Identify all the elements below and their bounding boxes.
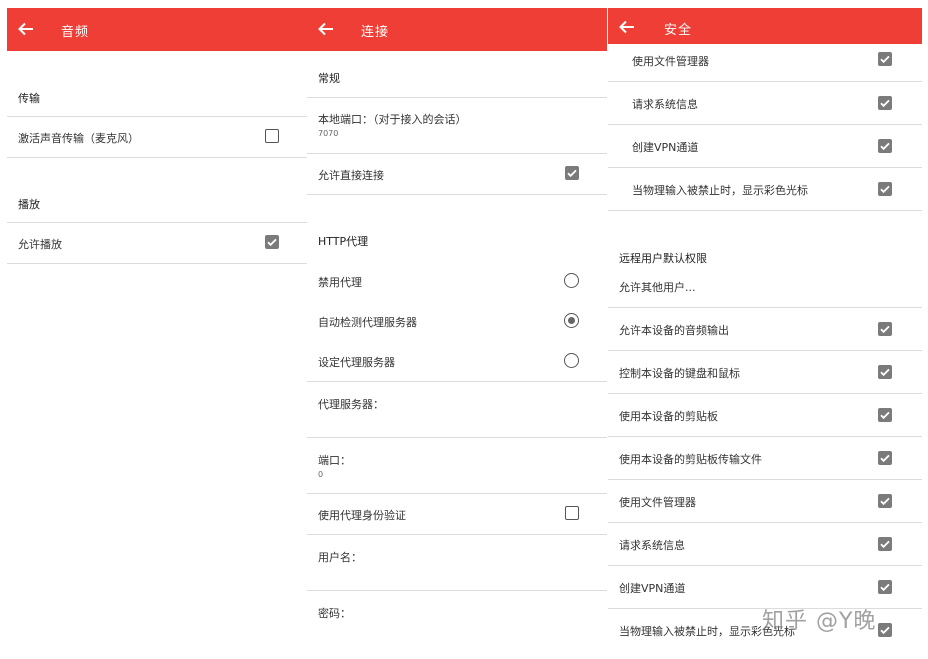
security-top-row-2[interactable]: 创建VPN通道 — [608, 125, 922, 168]
auto-detect-proxy-row[interactable]: 自动检测代理服务器 — [307, 301, 607, 341]
password-label: 密码： — [318, 607, 351, 620]
checkbox-checked-icon[interactable] — [878, 139, 892, 153]
allow-other-users-label: 允许其他用户... — [619, 281, 696, 294]
username-row[interactable]: 用户名： — [307, 535, 607, 591]
audio-panel: 音频 传输 激活声音传输（麦克风） 播放 允许播放 — [7, 0, 307, 659]
security-item-row-2[interactable]: 使用本设备的剪贴板 — [608, 394, 922, 437]
connection-panel: 连接 常规 本地端口：（对于接入的会话） 7070 允许直接连接 HTTP代理 … — [307, 0, 607, 659]
security-item-row-0[interactable]: 允许本设备的音频输出 — [608, 308, 922, 351]
local-port-value: 7070 — [318, 129, 339, 138]
disable-proxy-row[interactable]: 禁用代理 — [307, 261, 607, 301]
checkbox-checked-icon[interactable] — [878, 580, 892, 594]
password-row[interactable]: 密码： — [307, 591, 607, 646]
allow-direct-label: 允许直接连接 — [318, 169, 384, 182]
security-item-row-5[interactable]: 请求系统信息 — [608, 523, 922, 566]
allow-other-users-row[interactable]: 允许其他用户... — [608, 271, 922, 308]
checkbox-checked-icon[interactable] — [878, 365, 892, 379]
checkbox-checked-icon[interactable] — [878, 451, 892, 465]
security-item-label: 使用文件管理器 — [619, 496, 696, 509]
proxy-server-row[interactable]: 代理服务器： — [307, 382, 607, 438]
connection-title: 连接 — [361, 25, 390, 40]
transfer-section-header-row: 传输 — [7, 80, 307, 117]
checkbox-checked-icon[interactable] — [878, 182, 892, 196]
allow-playback-row[interactable]: 允许播放 — [7, 223, 307, 264]
radio-selected-icon[interactable] — [564, 313, 579, 328]
disable-proxy-label: 禁用代理 — [318, 276, 362, 289]
allow-playback-label: 允许播放 — [18, 238, 62, 251]
remote-defaults-section-header-row: 远程用户默认权限 — [608, 244, 922, 270]
security-item-label: 控制本设备的键盘和鼠标 — [619, 367, 740, 380]
security-top-row-3[interactable]: 当物理输入被禁止时，显示彩色光标 — [608, 168, 922, 211]
proxy-server-label: 代理服务器： — [318, 398, 384, 411]
security-top-item-label: 当物理输入被禁止时，显示彩色光标 — [632, 184, 808, 197]
section-header-remote-defaults: 远程用户默认权限 — [619, 252, 707, 265]
local-port-row[interactable]: 本地端口：（对于接入的会话） 7070 — [307, 98, 607, 154]
checkbox-checked-icon[interactable] — [878, 408, 892, 422]
security-item-row-3[interactable]: 使用本设备的剪贴板传输文件 — [608, 437, 922, 480]
security-item-label: 请求系统信息 — [619, 539, 685, 552]
security-item-row-4[interactable]: 使用文件管理器 — [608, 480, 922, 523]
activate-audio-row[interactable]: 激活声音传输（麦克风） — [7, 117, 307, 158]
security-top-row-1[interactable]: 请求系统信息 — [608, 82, 922, 125]
security-panel: 使用文件管理器 请求系统信息 创建VPN通道 当物理输入被禁止时，显示彩色光标 … — [608, 0, 922, 659]
security-item-label: 使用本设备的剪贴板传输文件 — [619, 453, 762, 466]
playback-section-header-row: 播放 — [7, 186, 307, 223]
radio-icon[interactable] — [564, 273, 579, 288]
checkbox-checked-icon[interactable] — [878, 52, 892, 66]
port-label: 端口： — [318, 454, 351, 467]
username-label: 用户名： — [318, 551, 362, 564]
watermark: 知乎 @Y晚 — [762, 609, 877, 634]
auto-detect-label: 自动检测代理服务器 — [318, 316, 417, 329]
security-app-bar: 安全 — [608, 8, 922, 44]
activate-audio-label: 激活声音传输（麦克风） — [18, 132, 139, 145]
checkbox-unchecked-icon[interactable] — [565, 506, 579, 520]
checkbox-checked-icon[interactable] — [878, 322, 892, 336]
allow-direct-row[interactable]: 允许直接连接 — [307, 154, 607, 195]
use-proxy-auth-row[interactable]: 使用代理身份验证 — [307, 494, 607, 535]
section-header-general: 常规 — [318, 72, 340, 85]
checkbox-checked-icon[interactable] — [878, 623, 892, 637]
section-header-http-proxy: HTTP代理 — [318, 235, 369, 248]
checkbox-checked-icon[interactable] — [878, 96, 892, 110]
security-top-item-label: 创建VPN通道 — [632, 141, 699, 154]
security-item-label: 允许本设备的音频输出 — [619, 324, 729, 337]
security-item-label: 创建VPN通道 — [619, 582, 686, 595]
http-proxy-section-header-row: HTTP代理 — [307, 222, 607, 258]
checkbox-checked-icon[interactable] — [878, 537, 892, 551]
security-item-label: 使用本设备的剪贴板 — [619, 410, 718, 423]
port-value: 0 — [318, 470, 324, 479]
arrow-left-icon[interactable] — [317, 20, 335, 38]
security-top-item-label: 请求系统信息 — [632, 98, 698, 111]
general-section-header-row: 常规 — [307, 58, 607, 98]
checkbox-checked-icon[interactable] — [265, 235, 279, 249]
proxy-port-row[interactable]: 端口： 0 — [307, 438, 607, 494]
arrow-left-icon[interactable] — [618, 18, 636, 36]
security-item-row-1[interactable]: 控制本设备的键盘和鼠标 — [608, 351, 922, 394]
security-top-item-label: 使用文件管理器 — [632, 55, 709, 68]
local-port-label: 本地端口：（对于接入的会话） — [318, 113, 467, 126]
radio-icon[interactable] — [564, 353, 579, 368]
section-header-transfer: 传输 — [18, 92, 40, 105]
audio-title: 音频 — [61, 25, 90, 40]
connection-app-bar: 连接 — [307, 8, 607, 51]
checkbox-checked-icon[interactable] — [878, 494, 892, 508]
section-header-playback: 播放 — [18, 198, 40, 211]
security-title: 安全 — [664, 23, 693, 38]
checkbox-unchecked-icon[interactable] — [265, 129, 279, 143]
use-proxy-auth-label: 使用代理身份验证 — [318, 509, 406, 522]
audio-app-bar: 音频 — [7, 8, 307, 51]
checkbox-checked-icon[interactable] — [565, 166, 579, 180]
set-proxy-label: 设定代理服务器 — [318, 356, 395, 369]
arrow-left-icon[interactable] — [17, 20, 35, 38]
set-proxy-row[interactable]: 设定代理服务器 — [307, 341, 607, 382]
security-top-row-0[interactable]: 使用文件管理器 — [608, 39, 922, 82]
